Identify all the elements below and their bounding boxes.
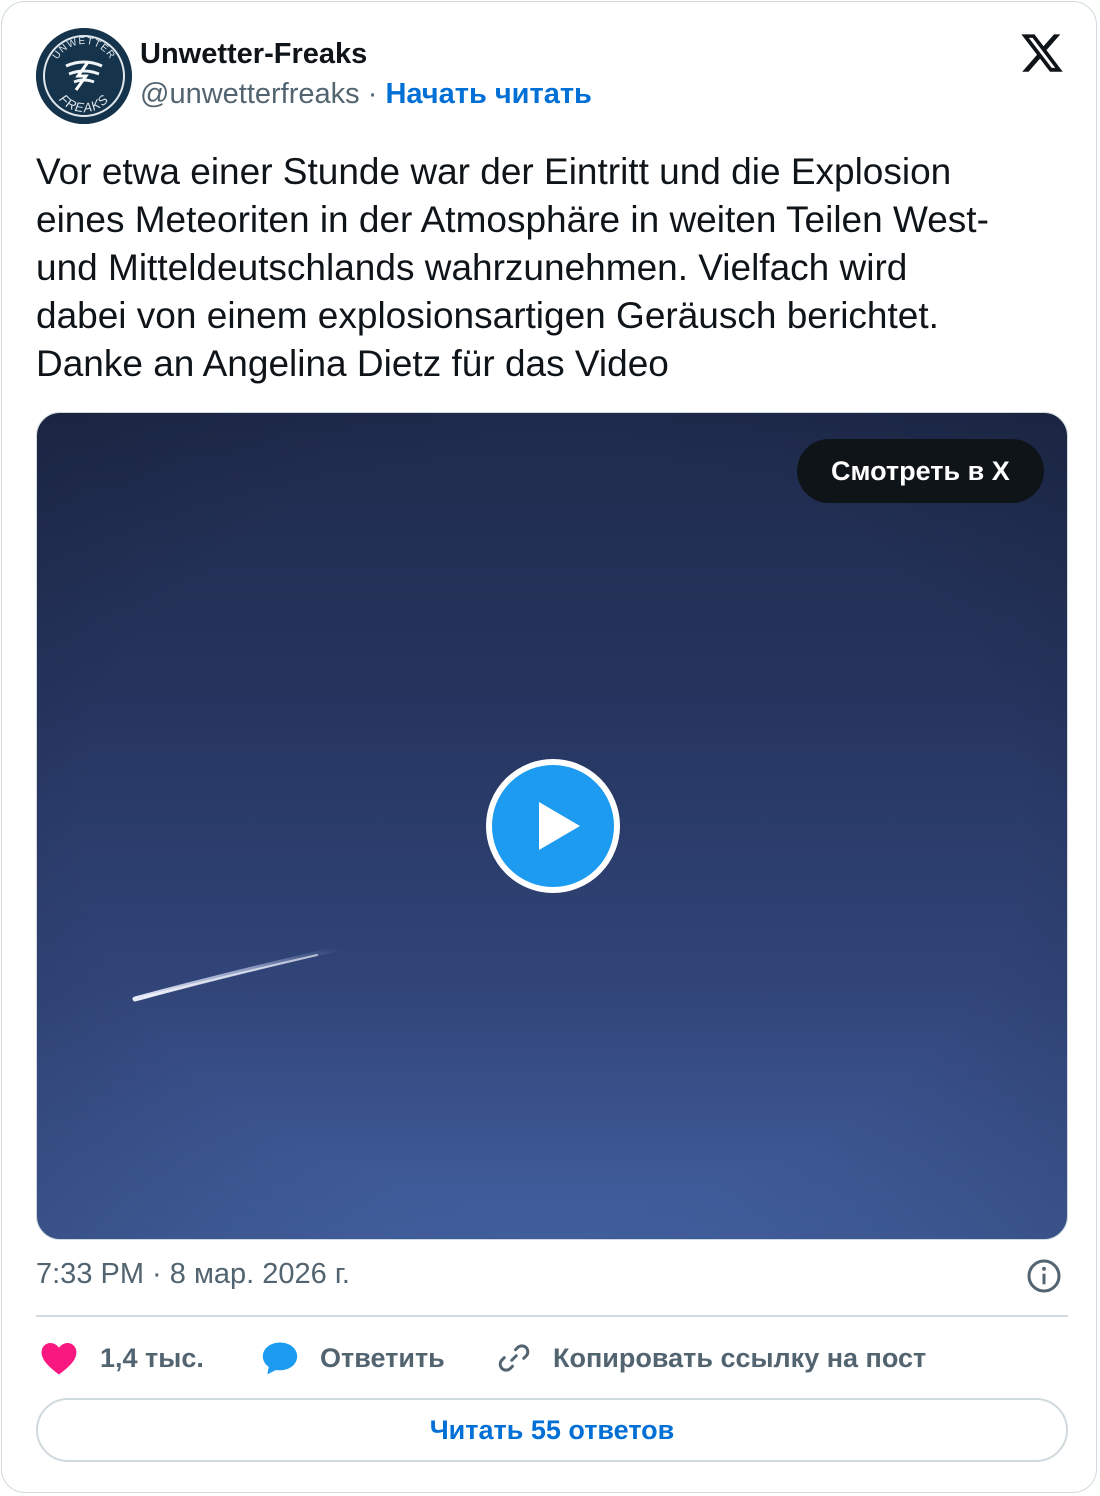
link-icon (498, 1344, 530, 1372)
avatar[interactable]: UNWETTER FREAKS (36, 28, 132, 124)
author-handle-row: @unwetterfreaks · Начать читать (140, 76, 592, 112)
tweet-text: Vor etwa einer Stunde war der Eintritt u… (36, 151, 989, 384)
divider (36, 1315, 1068, 1317)
info-icon[interactable] (1026, 1258, 1062, 1294)
like-button[interactable]: 1,4 тыс. (40, 1336, 204, 1380)
author-handle[interactable]: @unwetterfreaks (140, 78, 360, 110)
tweet-card: UNWETTER FREAKS Unwetter-Freaks @unwette… (1, 1, 1097, 1493)
video-player[interactable]: Смотреть в X (36, 412, 1068, 1240)
tweet-timestamp[interactable]: 7:33 PM · 8 мар. 2026 г. (36, 1256, 350, 1292)
follow-button[interactable]: Начать читать (385, 78, 591, 110)
separator: · (367, 78, 378, 110)
copy-link-label: Копировать ссылку на пост (553, 1342, 927, 1373)
play-button[interactable] (486, 759, 620, 893)
avatar-logo-icon: UNWETTER FREAKS (36, 28, 132, 124)
author-name[interactable]: Unwetter-Freaks (140, 36, 367, 72)
reply-bubble-icon (262, 1342, 298, 1375)
reply-label: Ответить (320, 1342, 445, 1373)
watch-on-x-button[interactable]: Смотреть в X (797, 439, 1044, 503)
read-replies-button[interactable]: Читать 55 ответов (36, 1398, 1068, 1462)
like-count: 1,4 тыс. (100, 1342, 204, 1373)
copy-link-button[interactable]: Копировать ссылку на пост (496, 1336, 926, 1380)
play-icon (539, 802, 580, 850)
reply-button[interactable]: Ответить (260, 1336, 445, 1380)
x-logo-icon[interactable] (1018, 30, 1066, 76)
heart-icon (41, 1342, 77, 1375)
